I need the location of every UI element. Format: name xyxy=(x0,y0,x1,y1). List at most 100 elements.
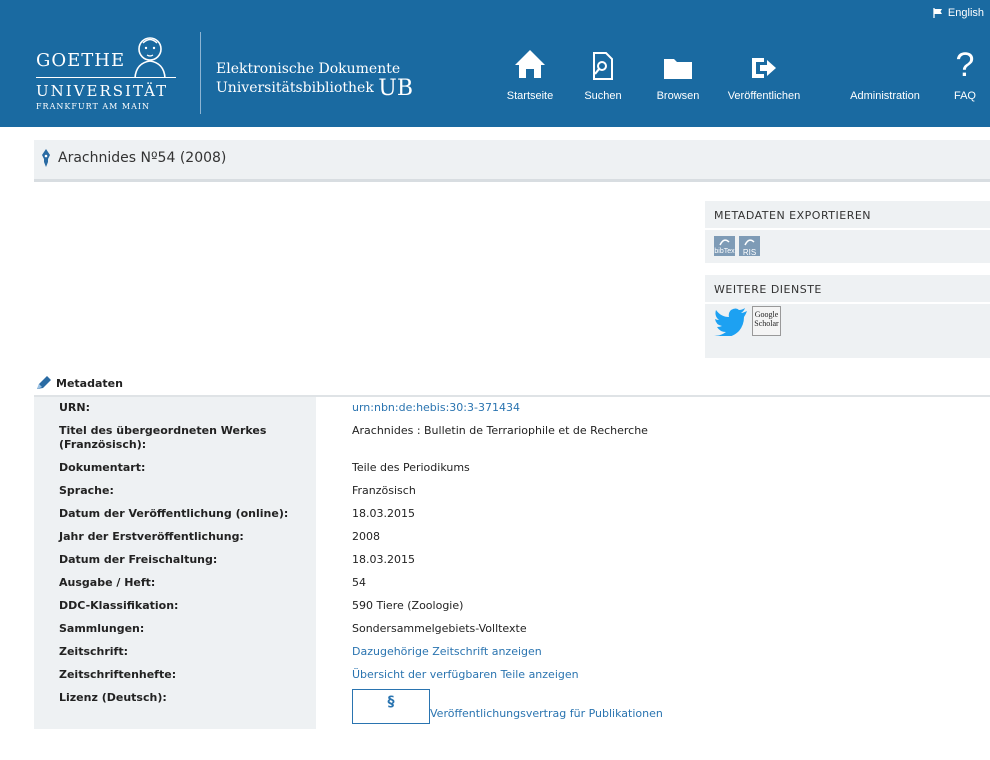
nav-suchen[interactable]: Suchen xyxy=(578,44,628,102)
metadata-table: URN: urn:nbn:de:hebis:30:3-371434 Titel de… xyxy=(34,397,990,729)
university-logo[interactable]: GOETHE UNIVERSITÄT FRANKFURT AM MAIN xyxy=(36,32,186,122)
table-row: Zeitschrift: Dazugehörige Zeitschrift anz… xyxy=(34,641,990,664)
metadata-label: URN: xyxy=(34,397,316,420)
header-divider xyxy=(200,32,201,114)
metadata-value: Teile des Periodikums xyxy=(352,461,470,474)
ris-export-button[interactable]: RIS xyxy=(739,236,760,257)
bibtex-icon xyxy=(719,239,730,246)
metadata-heading: Metadaten xyxy=(36,376,123,390)
metadata-label: Zeitschrift: xyxy=(34,641,316,664)
nav-label: Browsen xyxy=(656,90,700,102)
license-cell: §Veröffentlichungsvertrag für Publikatio… xyxy=(316,687,990,729)
nav-faq[interactable]: ? FAQ xyxy=(950,44,980,102)
google-scholar-label: Google Scholar xyxy=(754,310,779,328)
nav-label: Startseite xyxy=(506,90,554,102)
metadata-value: 18.03.2015 xyxy=(352,507,415,520)
metadata-value: 2008 xyxy=(352,530,380,543)
metadata-link[interactable]: Dazugehörige Zeitschrift anzeigen xyxy=(352,645,542,658)
nav-administration[interactable]: Administration xyxy=(840,44,930,102)
metadata-value-cell: Arachnides : Bulletin de Terrariophile e… xyxy=(316,420,990,457)
metadata-value-cell: 18.03.2015 xyxy=(316,503,990,526)
license-link[interactable]: Veröffentlichungsvertrag für Publikation… xyxy=(430,691,663,721)
metadata-value-cell: 2008 xyxy=(316,526,990,549)
bibtex-label: bibTex xyxy=(714,248,735,255)
site-header: English GOETHE UNIVERSITÄT FRANKFURT AM … xyxy=(0,0,990,127)
metadata-label: Zeitschriftenhefte: xyxy=(34,664,316,687)
nav-label: Suchen xyxy=(584,90,622,102)
metadata-value: Arachnides : Bulletin de Terrariophile e… xyxy=(352,424,648,437)
language-label[interactable]: English xyxy=(948,7,984,19)
metadata-value: Französisch xyxy=(352,484,416,497)
table-row: Zeitschriftenhefte: Übersicht der verfügb… xyxy=(34,664,990,687)
metadata-title: Metadaten xyxy=(56,376,123,390)
services-panel: WEITERE DIENSTE Google Scholar xyxy=(705,275,990,358)
metadata-value: 590 Tiere (Zoologie) xyxy=(352,599,464,612)
metadata-value-cell: Französisch xyxy=(316,480,990,503)
table-row: DDC-Klassifikation: 590 Tiere (Zoologie) xyxy=(34,595,990,618)
question-icon: ? xyxy=(956,46,975,80)
google-scholar-button[interactable]: Google Scholar xyxy=(752,306,781,336)
logo-rule xyxy=(36,77,176,78)
metadata-label: Dokumentart: xyxy=(34,457,316,480)
nav-label: Veröffentlichen xyxy=(727,90,801,102)
language-switch[interactable]: English xyxy=(933,7,984,19)
table-row: Sammlungen: Sondersammelgebiets-Volltexte xyxy=(34,618,990,641)
fountain-pen-icon xyxy=(42,149,50,167)
table-row: URN: urn:nbn:de:hebis:30:3-371434 xyxy=(34,397,990,420)
logo-university: UNIVERSITÄT xyxy=(36,82,169,100)
metadata-label: Datum der Veröffentlichung (online): xyxy=(34,503,316,526)
table-row: Datum der Freischaltung: 18.03.2015 xyxy=(34,549,990,572)
metadata-value-cell: 54 xyxy=(316,572,990,595)
metadata-link[interactable]: urn:nbn:de:hebis:30:3-371434 xyxy=(352,401,520,414)
metadata-label: Titel des übergeordneten Werkes (Französ… xyxy=(34,420,316,457)
svg-text:?: ? xyxy=(956,46,975,80)
nav-label: Administration xyxy=(850,90,920,102)
metadata-label: Sammlungen: xyxy=(34,618,316,641)
table-row: Ausgabe / Heft: 54 xyxy=(34,572,990,595)
metadata-link[interactable]: Übersicht der verfügbaren Teile anzeigen xyxy=(352,668,579,681)
metadata-label: Datum der Freischaltung: xyxy=(34,549,316,572)
subtitle-line2: Universitätsbibliothek xyxy=(216,80,374,96)
metadata-value-cell: 590 Tiere (Zoologie) xyxy=(316,595,990,618)
metadata-label: Jahr der Erstveröffentlichung: xyxy=(34,526,316,549)
metadata-label: DDC-Klassifikation: xyxy=(34,595,316,618)
table-row: Sprache: Französisch xyxy=(34,480,990,503)
folder-icon xyxy=(664,59,692,79)
metadata-label: Ausgabe / Heft: xyxy=(34,572,316,595)
ris-label: RIS xyxy=(742,248,757,257)
export-title: METADATEN EXPORTIEREN xyxy=(705,201,990,230)
nav-veroeffentlichen[interactable]: Veröffentlichen xyxy=(712,44,816,102)
metadata-value-cell: Sondersammelgebiets-Volltexte xyxy=(316,618,990,641)
table-row: Lizenz (Deutsch): §Veröffentlichungsvertr… xyxy=(34,687,990,729)
metadata-value-cell: Dazugehörige Zeitschrift anzeigen xyxy=(316,641,990,664)
metadata-value-cell: Übersicht der verfügbaren Teile anzeigen xyxy=(316,664,990,687)
table-row: Dokumentart: Teile des Periodikums xyxy=(34,457,990,480)
site-subtitle[interactable]: Elektronische Dokumente Universitätsbibl… xyxy=(216,60,413,101)
metadata-value: Sondersammelgebiets-Volltexte xyxy=(352,622,527,635)
flag-icon xyxy=(933,8,942,18)
page-title: Arachnides Nº54 (2008) xyxy=(58,150,227,166)
pencil-icon xyxy=(37,376,51,389)
admin-icon xyxy=(840,44,930,80)
goethe-portrait-icon xyxy=(134,37,166,78)
metadata-value-cell: urn:nbn:de:hebis:30:3-371434 xyxy=(316,397,990,420)
publish-icon xyxy=(752,58,776,78)
export-panel: METADATEN EXPORTIEREN bibTex RIS xyxy=(705,201,990,263)
table-row: Datum der Veröffentlichung (online): 18.0… xyxy=(34,503,990,526)
metadata-value-cell: 18.03.2015 xyxy=(316,549,990,572)
license-badge[interactable]: § xyxy=(352,689,430,724)
license-label: Lizenz (Deutsch): xyxy=(34,687,316,729)
home-icon xyxy=(515,50,545,78)
search-icon xyxy=(593,52,613,80)
twitter-icon[interactable] xyxy=(714,308,748,336)
bibtex-export-button[interactable]: bibTex xyxy=(714,236,735,256)
document-title-bar: Arachnides Nº54 (2008) xyxy=(34,140,990,182)
services-title: WEITERE DIENSTE xyxy=(705,275,990,304)
nav-startseite[interactable]: Startseite xyxy=(500,44,560,102)
metadata-label: Sprache: xyxy=(34,480,316,503)
metadata-value-cell: Teile des Periodikums xyxy=(316,457,990,480)
nav-label: FAQ xyxy=(953,90,976,102)
table-row: Titel des übergeordneten Werkes (Französ… xyxy=(34,420,990,457)
nav-browsen[interactable]: Browsen xyxy=(650,44,706,102)
subtitle-ub: UB xyxy=(378,76,413,101)
